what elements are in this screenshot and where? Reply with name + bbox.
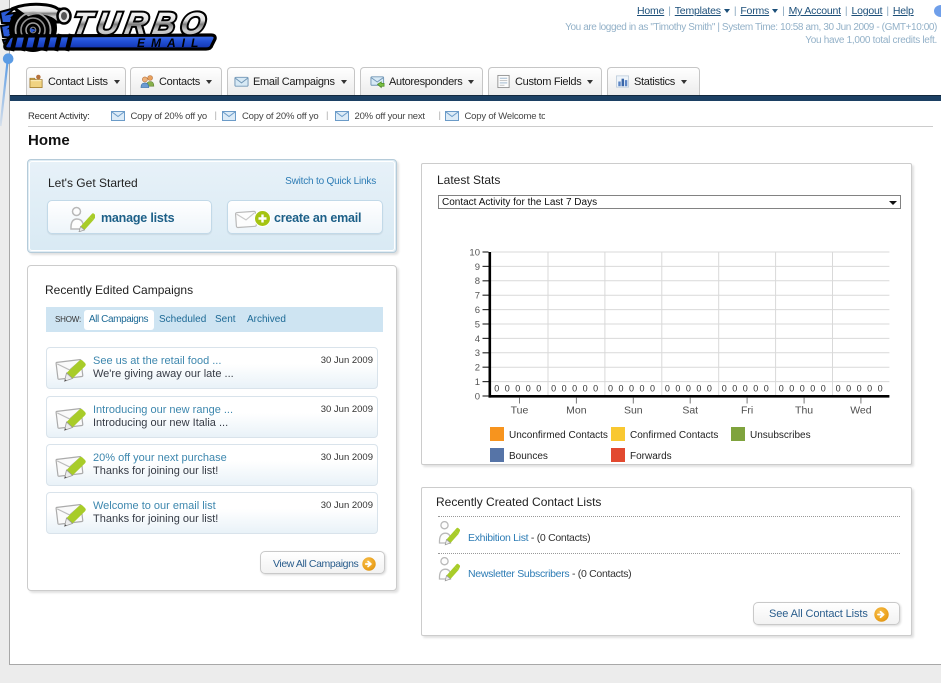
svg-text:0: 0	[789, 384, 794, 394]
svg-text:0: 0	[551, 384, 556, 394]
svg-text:0: 0	[878, 384, 883, 394]
svg-text:0: 0	[629, 384, 634, 394]
svg-text:0: 0	[608, 384, 613, 394]
svg-text:0: 0	[810, 384, 815, 394]
svg-text:Bounces: Bounces	[509, 451, 548, 462]
svg-text:8: 8	[475, 276, 480, 287]
svg-text:0: 0	[675, 384, 680, 394]
svg-text:0: 0	[722, 384, 727, 394]
svg-text:Thu: Thu	[795, 405, 813, 417]
svg-text:Unsubscribes: Unsubscribes	[750, 430, 811, 441]
svg-text:Forwards: Forwards	[630, 451, 672, 462]
svg-text:0: 0	[821, 384, 826, 394]
svg-text:0: 0	[732, 384, 737, 394]
svg-text:7: 7	[475, 291, 480, 302]
svg-text:0: 0	[743, 384, 748, 394]
svg-text:9: 9	[475, 262, 480, 273]
svg-text:0: 0	[618, 384, 623, 394]
svg-text:0: 0	[753, 384, 758, 394]
svg-text:Confirmed Contacts: Confirmed Contacts	[630, 430, 718, 441]
svg-text:Fri: Fri	[741, 405, 753, 417]
svg-text:3: 3	[475, 348, 480, 359]
svg-text:0: 0	[515, 384, 520, 394]
svg-text:Wed: Wed	[850, 405, 872, 417]
svg-text:0: 0	[867, 384, 872, 394]
svg-text:0: 0	[536, 384, 541, 394]
svg-text:0: 0	[707, 384, 712, 394]
svg-text:0: 0	[593, 384, 598, 394]
svg-text:0: 0	[562, 384, 567, 394]
svg-text:0: 0	[836, 384, 841, 394]
svg-text:Sun: Sun	[624, 405, 643, 417]
svg-text:1: 1	[475, 377, 480, 388]
svg-text:6: 6	[475, 305, 480, 316]
svg-text:0: 0	[572, 384, 577, 394]
svg-text:0: 0	[494, 384, 499, 394]
svg-text:0: 0	[639, 384, 644, 394]
svg-text:0: 0	[779, 384, 784, 394]
svg-text:0: 0	[800, 384, 805, 394]
svg-text:0: 0	[475, 391, 480, 402]
svg-text:2: 2	[475, 363, 480, 374]
svg-text:TURBO: TURBO	[70, 6, 214, 41]
svg-text:0: 0	[696, 384, 701, 394]
svg-text:0: 0	[857, 384, 862, 394]
svg-text:4: 4	[475, 334, 480, 345]
svg-text:Mon: Mon	[566, 405, 587, 417]
svg-text:0: 0	[764, 384, 769, 394]
svg-text:Sat: Sat	[682, 405, 698, 417]
svg-text:Tue: Tue	[511, 405, 529, 417]
svg-text:0: 0	[686, 384, 691, 394]
svg-text:0: 0	[665, 384, 670, 394]
svg-text:Unconfirmed Contacts: Unconfirmed Contacts	[509, 430, 608, 441]
svg-text:0: 0	[846, 384, 851, 394]
svg-text:0: 0	[526, 384, 531, 394]
svg-text:0: 0	[505, 384, 510, 394]
svg-text:5: 5	[475, 319, 480, 330]
svg-text:0: 0	[583, 384, 588, 394]
svg-text:0: 0	[650, 384, 655, 394]
svg-text:10: 10	[469, 247, 480, 258]
